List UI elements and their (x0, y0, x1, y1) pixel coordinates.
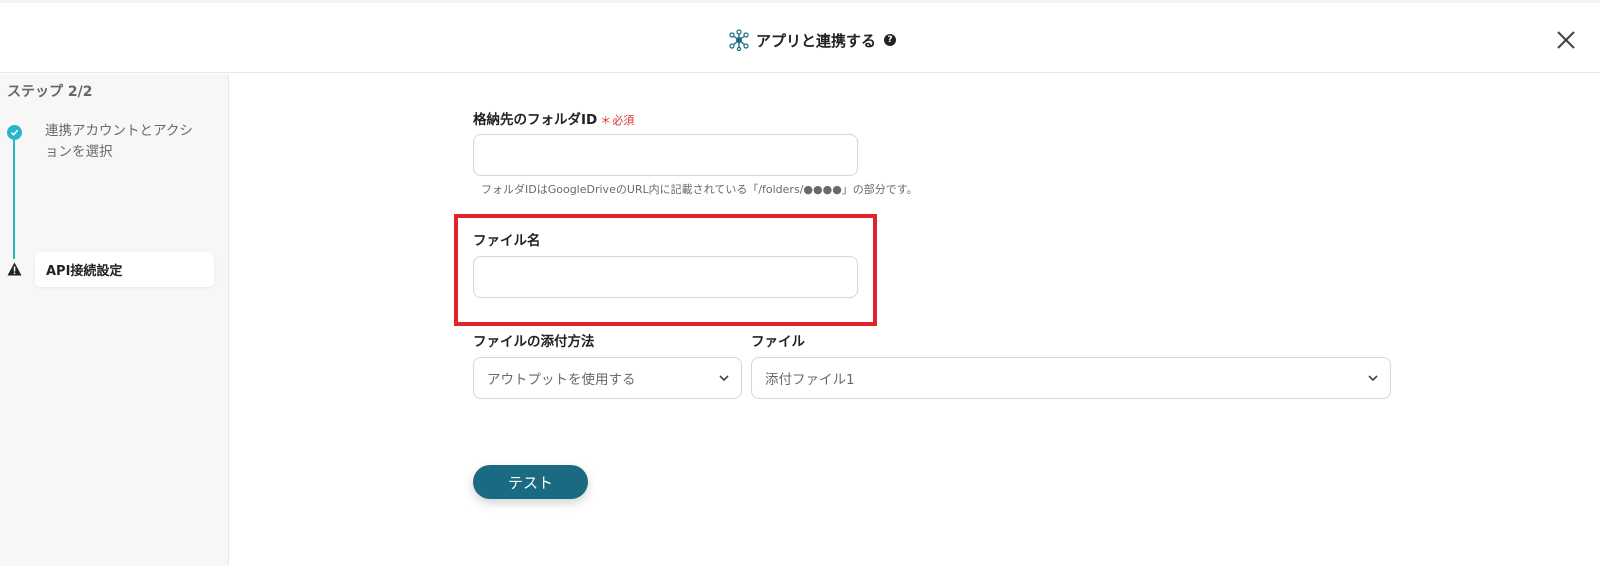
folder-id-label: 格納先のフォルダID ＊必須 (473, 108, 634, 128)
modal-header: アプリと連携する ? (0, 3, 1600, 73)
step-sidebar: ステップ 2/2 連携アカウントとアクションを選択 API接続設定 (0, 74, 229, 566)
file-label: ファイル (751, 334, 805, 350)
chevron-down-icon (718, 372, 730, 388)
modal-title: アプリと連携する ? (728, 27, 897, 53)
sidebar-step-select-account[interactable]: 連携アカウントとアクションを選択 (45, 121, 205, 163)
file-select-value: 添付ファイル1 (765, 372, 855, 388)
check-icon (7, 125, 22, 140)
step-connector-line (13, 134, 15, 259)
folder-id-hint: フォルダIDはGoogleDriveのURL内に記載されている「/folders… (481, 183, 918, 196)
warning-icon (7, 261, 22, 280)
attach-method-select[interactable]: アウトプットを使用する (473, 357, 742, 399)
close-icon[interactable] (1555, 29, 1577, 51)
attach-method-value: アウトプットを使用する (487, 372, 636, 388)
test-button[interactable]: テスト (473, 465, 588, 499)
step-heading: ステップ 2/2 (7, 84, 93, 100)
chevron-down-icon (1367, 372, 1379, 388)
folder-id-label-text: 格納先のフォルダID (473, 112, 598, 128)
help-icon[interactable]: ? (884, 34, 897, 46)
file-name-input[interactable] (473, 256, 858, 298)
folder-id-input[interactable] (473, 134, 858, 176)
attach-method-label: ファイルの添付方法 (473, 334, 595, 350)
integration-icon (728, 29, 750, 51)
modal-title-text: アプリと連携する (756, 31, 877, 50)
required-text: 必須 (612, 114, 635, 127)
required-asterisk: ＊ (600, 114, 612, 127)
file-name-label: ファイル名 (473, 233, 541, 249)
sidebar-step-api-settings[interactable]: API接続設定 (35, 252, 214, 287)
file-select[interactable]: 添付ファイル1 (751, 357, 1391, 399)
